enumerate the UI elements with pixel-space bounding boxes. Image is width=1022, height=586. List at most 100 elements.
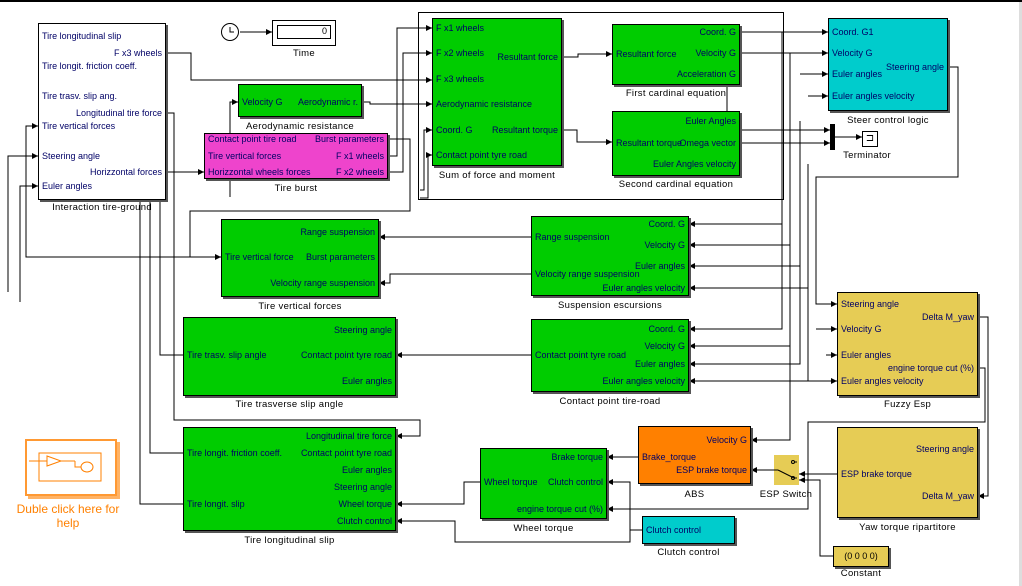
port-resultant-force: Resultant force — [616, 49, 677, 59]
terminator-icon: ⊐ — [865, 133, 875, 144]
port-steering-angle: Steering angle — [915, 444, 974, 454]
port-coord-g: Coord. G — [648, 324, 685, 334]
port-contact-point-tyre-road: Contact point tyre road — [300, 448, 392, 458]
esp-switch-block[interactable] — [774, 455, 799, 485]
port-euler-angles: Euler angles — [841, 350, 892, 360]
time-display-block[interactable]: 0 — [272, 20, 336, 46]
yaw-torque-ripartitore-label: Yaw torque ripartitore — [859, 522, 956, 533]
port-euler-angles: Euler Angles — [685, 116, 736, 126]
port-velocity-g: Velocity G — [695, 48, 736, 58]
mux-block[interactable] — [830, 124, 835, 150]
time-label: Time — [293, 48, 315, 59]
port-contact-point-tyre-road: Contact point tyre road — [535, 350, 627, 360]
aerodynamic-resistance-block[interactable]: Velocity G Aerodynamic r. — [238, 84, 362, 117]
port-brake-torque: Brake_torque — [642, 452, 697, 462]
port-tire-trasv-slip-ang: Tire trasv. slip ang. — [42, 91, 118, 101]
port-acceleration-g: Acceleration G — [676, 69, 736, 79]
port-euler-angles-velocity: Euler angles velocity — [832, 91, 915, 101]
steer-control-logic-block[interactable]: Coord. G1 Velocity G Euler angles Euler ang… — [828, 18, 948, 111]
port-steering-angle: Steering angle — [42, 151, 101, 161]
port-velocity-g: Velocity G — [832, 48, 873, 58]
port-horizzontal-wheels-forces: Horizzontal wheels forces — [208, 167, 311, 177]
port-contact-point-tyre-road: Contact point tyre road — [300, 350, 392, 360]
first-cardinal-equation-block[interactable]: Resultant force Coord. G Velocity G Acceler… — [612, 24, 740, 85]
contact-point-tire-road-block[interactable]: Contact point tyre road Coord. G Velocity … — [531, 319, 689, 392]
port-euler-angles: Euler angles — [832, 69, 883, 79]
help-text[interactable]: Duble click here for help — [10, 502, 126, 530]
port-f-x2-wheels: F x2 wheels — [335, 167, 384, 177]
abs-block[interactable]: Velocity G Brake_torque ESP brake torque — [638, 426, 751, 484]
port-contact-point-tyre-road: Contact point tyre road — [436, 150, 528, 160]
port-aerodynamic-resistance: Aerodynamic resistance — [436, 99, 533, 109]
second-cardinal-equation-block[interactable]: Resultant torque Euler Angles Omega vector… — [612, 111, 740, 176]
port-range-suspension: Range suspension — [300, 227, 375, 237]
port-tire-vertical-forces: Tire vertical forces — [208, 151, 282, 161]
port-euler-angles: Euler angles — [634, 261, 685, 271]
port-resultant-torque: Resultant torque — [616, 138, 683, 148]
port-tire-longitudinal-slip: Tire longitudinal slip — [42, 31, 122, 41]
port-resultant-torque: Resultant torque — [491, 125, 558, 135]
port-euler-angles-velocity: Euler angles velocity — [602, 283, 685, 293]
tire-burst-label: Tire burst — [274, 183, 318, 194]
port-euler-angles: Euler angles — [634, 359, 685, 369]
terminator-block[interactable]: ⊐ — [862, 131, 878, 147]
port-clutch-control: Clutch control — [646, 525, 702, 535]
interaction-tire-ground-block[interactable]: Tire longitudinal slip Tire longit. frict… — [38, 23, 166, 200]
fuzzy-esp-label: Fuzzy Esp — [883, 399, 932, 410]
sum-of-force-and-moment-block[interactable]: F x1 wheels F x2 wheels F x3 wheels Aerodyn… — [432, 18, 562, 166]
yaw-torque-ripartitore-block[interactable]: Steering angle ESP brake torque Delta M_ya… — [837, 427, 978, 518]
port-f-x3-wheels: F x3 wheels — [436, 74, 485, 84]
constant-block[interactable]: (0 0 0 0) — [833, 546, 889, 567]
aerodynamic-resistance-label: Aerodynamic resistance — [246, 121, 354, 132]
port-coord-g: Coord. G — [648, 219, 685, 229]
first-cardinal-equation-label: First cardinal equation — [625, 88, 727, 99]
port-euler-angles: Euler angles — [42, 181, 93, 191]
port-omega-vector: Omega vector — [679, 138, 736, 148]
port-burst-parameters: Burst parameters — [314, 134, 384, 144]
help-block[interactable] — [25, 439, 117, 496]
contact-point-tire-road-label: Contact point tire-road — [559, 396, 661, 407]
port-steering-angle: Steering angle — [885, 62, 944, 72]
port-brake-torque: Brake torque — [551, 452, 603, 462]
switch-icon — [774, 460, 797, 480]
port-velocity-g: Velocity G — [841, 324, 882, 334]
port-steering-angle: Steering angle — [333, 482, 392, 492]
port-euler-angles-velocity: Euler Angles velocity — [652, 159, 736, 169]
fuzzy-esp-block[interactable]: Steering angle Velocity G Euler angles Eule… — [837, 292, 978, 396]
terminator-label: Terminator — [843, 150, 891, 161]
suspension-escursions-label: Suspension escursions — [558, 300, 662, 311]
clutch-control-block[interactable]: Clutch control — [642, 516, 735, 544]
port-steering-angle: Steering angle — [333, 325, 392, 335]
port-coord-g1: Coord. G1 — [832, 27, 874, 37]
port-burst-parameters: Burst parameters — [305, 252, 375, 262]
port-steering-angle: Steering angle — [841, 299, 900, 309]
tire-longitudinal-slip-block[interactable]: Tire longit. friction coeff. Tire longit.… — [183, 427, 396, 531]
suspension-escursions-block[interactable]: Range suspension Velocity range suspensio… — [531, 216, 689, 296]
port-engine-torque-cut: engine torque cut (%) — [887, 363, 974, 373]
tire-burst-block[interactable]: Contact point tire road Tire vertical for… — [204, 133, 388, 179]
port-euler-angles: Euler angles — [341, 465, 392, 475]
wheel-torque-block[interactable]: Wheel torque Brake torque Clutch control en… — [480, 448, 607, 519]
port-clutch-control: Clutch control — [336, 516, 392, 526]
port-wheel-torque: Wheel torque — [338, 499, 392, 509]
port-longitudinal-tire-force: Longitudinal tire force — [75, 108, 162, 118]
port-clutch-control: Clutch control — [547, 477, 603, 487]
clock-icon[interactable] — [221, 23, 239, 41]
port-tire-longit-friction-coeff: Tire longit. friction coeff. — [42, 61, 138, 71]
port-velocity-g: Velocity G — [644, 240, 685, 250]
port-delta-m-yaw: Delta M_yaw — [921, 491, 974, 501]
port-euler-angles-velocity: Euler angles velocity — [841, 376, 924, 386]
tire-trasverse-slip-angle-block[interactable]: Tire trasv. slip angle Steering angle Cont… — [183, 317, 396, 396]
time-value: 0 — [277, 25, 331, 39]
port-euler-angles-velocity: Euler angles velocity — [602, 376, 685, 386]
clutch-control-label: Clutch control — [657, 547, 720, 558]
port-horizzontal-forces: Horizzontal forces — [89, 167, 162, 177]
constant-label: Constant — [840, 568, 882, 579]
tire-vertical-forces-block[interactable]: Range suspension Tire vertical force Burst… — [221, 219, 379, 297]
help-diagram-icon — [29, 452, 102, 482]
port-esp-brake-torque: ESP brake torque — [676, 465, 747, 475]
wheel-torque-label: Wheel torque — [513, 523, 574, 534]
port-longitudinal-tire-force: Longitudinal tire force — [305, 431, 392, 441]
port-resultant-force: Resultant force — [497, 52, 558, 62]
port-esp-brake-torque: ESP brake torque — [841, 469, 912, 479]
